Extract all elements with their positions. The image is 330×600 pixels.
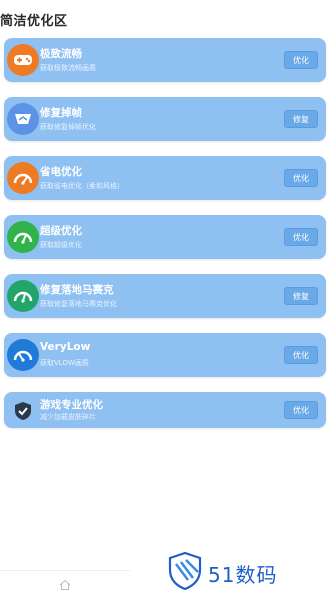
optimization-list: 极致流畅 获取极致流畅画质 优化 修复掉帧 获取修复掉帧优化 修复 省电优化 获…: [4, 38, 328, 443]
display-icon: [7, 103, 39, 135]
card-subtitle: 减少加载皮肤碎片: [40, 413, 96, 421]
card-pro-game-optimize[interactable]: 游戏专业优化 减少加载皮肤碎片 优化: [4, 392, 326, 428]
speedometer-icon: [7, 280, 39, 312]
card-subtitle: 获取极致流畅画质: [40, 64, 96, 72]
watermark-logo-icon: [168, 551, 202, 594]
optimize-button[interactable]: 优化: [284, 169, 318, 187]
card-power-saving[interactable]: 省电优化 获取省电优化（柔和风格） 优化: [4, 156, 326, 200]
fix-button[interactable]: 修复: [284, 287, 318, 305]
card-subtitle: 获取VLOW画质: [40, 359, 89, 367]
bottom-nav-bar: [0, 570, 130, 600]
shield-check-icon: [7, 395, 39, 427]
section-title: 简洁优化区: [0, 14, 68, 29]
card-title: 修复掉帧: [40, 107, 82, 119]
card-title: 修复落地马赛克: [40, 284, 114, 296]
card-subtitle: 获取修复落地马赛克优化: [40, 300, 117, 308]
optimize-button[interactable]: 优化: [284, 51, 318, 69]
card-fix-mosaic[interactable]: 修复落地马赛克 获取修复落地马赛克优化 修复: [4, 274, 326, 318]
card-title: 省电优化: [40, 166, 82, 178]
card-subtitle: 获取超级优化: [40, 241, 82, 249]
optimize-button[interactable]: 优化: [284, 228, 318, 246]
card-fix-frame-drop[interactable]: 修复掉帧 获取修复掉帧优化 修复: [4, 97, 326, 141]
speedometer-icon: [7, 221, 39, 253]
home-icon[interactable]: [59, 576, 71, 595]
card-super-optimize[interactable]: 超级优化 获取超级优化 优化: [4, 215, 326, 259]
card-title: 超级优化: [40, 225, 82, 237]
watermark: 51数码: [168, 551, 278, 594]
speedometer-icon: [7, 162, 39, 194]
gamepad-icon: [7, 44, 39, 76]
card-smooth[interactable]: 极致流畅 获取极致流畅画质 优化: [4, 38, 326, 82]
card-title: 极致流畅: [40, 48, 82, 60]
card-subtitle: 获取省电优化（柔和风格）: [40, 182, 124, 190]
fix-button[interactable]: 修复: [284, 110, 318, 128]
card-subtitle: 获取修复掉帧优化: [40, 123, 96, 131]
card-title: VeryLow: [40, 341, 91, 353]
card-verylow[interactable]: VeryLow 获取VLOW画质 优化: [4, 333, 326, 377]
watermark-text: 51数码: [208, 562, 278, 587]
optimize-button[interactable]: 优化: [284, 346, 318, 364]
card-title: 游戏专业优化: [40, 399, 103, 411]
optimize-button[interactable]: 优化: [284, 401, 318, 419]
speedometer-icon: [7, 339, 39, 371]
